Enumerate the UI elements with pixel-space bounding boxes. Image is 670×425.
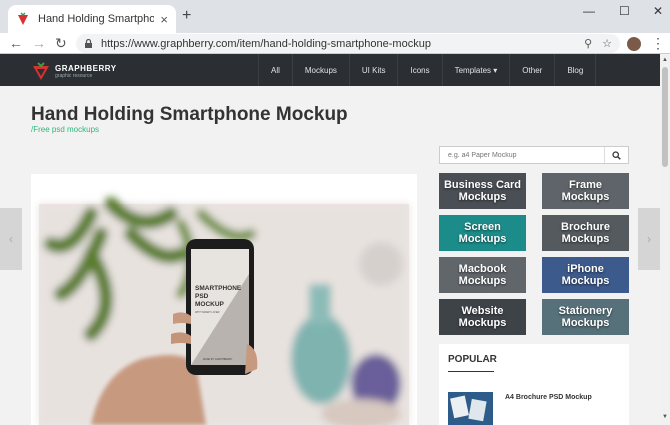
browser-tabstrip: Hand Holding Smartphone Mockup × + — ☐ ✕ (0, 0, 670, 33)
logo-tagline: graphic resource (55, 72, 93, 79)
phone-credit: MADE BY GRAPHBERRY (203, 358, 233, 361)
scroll-up-arrow[interactable]: ▲ (662, 57, 668, 63)
nav-blog[interactable]: Blog (554, 54, 597, 86)
nav-mockups[interactable]: Mockups (291, 54, 349, 86)
scroll-thumb[interactable] (662, 67, 668, 167)
lock-icon (85, 39, 92, 48)
scroll-down-arrow[interactable]: ▼ (662, 414, 668, 420)
popular-item-title[interactable]: A4 Brochure PSD Mockup (505, 394, 592, 401)
category-macbook[interactable]: Macbook Mockups (439, 257, 526, 293)
page-scrollbar[interactable]: ▲ ▼ (660, 54, 670, 425)
page-content: Hand Holding Smartphone Mockup /Free psd… (0, 86, 660, 425)
next-item-arrow[interactable]: › (638, 208, 660, 270)
category-stationery[interactable]: Stationery Mockups (542, 299, 629, 335)
minimize-button[interactable]: — (583, 4, 595, 18)
nav-other[interactable]: Other (509, 54, 554, 86)
logo-name: GRAPHBERRY (55, 63, 117, 73)
phone-line-1: SMARTPHONE (195, 285, 242, 292)
popular-underline (448, 371, 494, 372)
profile-avatar[interactable] (627, 37, 641, 51)
site-nav-links: All Mockups UI Kits Icons Templates ▾ Ot… (258, 54, 597, 86)
page-title: Hand Holding Smartphone Mockup (31, 104, 348, 125)
category-frame[interactable]: Frame Mockups (542, 173, 629, 209)
mockup-preview-image[interactable]: SMARTPHONE PSD MOCKUP WITH SMART LAYER M… (31, 174, 417, 425)
preview-illustration: SMARTPHONE PSD MOCKUP WITH SMART LAYER M… (31, 174, 417, 425)
forward-button[interactable]: → (32, 35, 46, 51)
url-text: https://www.graphberry.com/item/hand-hol… (101, 37, 431, 50)
phone-line-2: PSD (195, 293, 209, 300)
category-screen[interactable]: Screen Mockups (439, 215, 526, 251)
brochure-thumb-illustration (448, 392, 493, 425)
search-box (439, 146, 629, 164)
phone-line-3: MOCKUP (195, 301, 225, 308)
zoom-icon[interactable]: ⚲ (584, 37, 592, 50)
tab-title: Hand Holding Smartphone Mockup (38, 13, 155, 25)
nav-ui-kits[interactable]: UI Kits (348, 54, 398, 86)
graphberry-logo-icon (33, 62, 49, 80)
breadcrumb[interactable]: /Free psd mockups (31, 125, 99, 134)
bookmark-star-icon[interactable]: ☆ (602, 37, 612, 50)
nav-all[interactable]: All (258, 54, 292, 86)
address-bar[interactable]: https://www.graphberry.com/item/hand-hol… (76, 34, 620, 53)
back-button[interactable]: ← (9, 35, 23, 51)
new-tab-button[interactable]: + (182, 8, 191, 24)
browser-tab[interactable]: Hand Holding Smartphone Mockup × (8, 5, 176, 33)
tab-close-icon[interactable]: × (160, 13, 168, 26)
category-iphone[interactable]: iPhone Mockups (542, 257, 629, 293)
phone-subtitle: WITH SMART LAYER (195, 311, 220, 314)
search-icon (612, 150, 621, 160)
site-logo[interactable]: GRAPHBERRY graphic resource (31, 61, 117, 81)
search-input[interactable] (440, 151, 604, 159)
site-navbar: GRAPHBERRY graphic resource All Mockups … (0, 54, 660, 86)
search-button[interactable] (604, 147, 628, 163)
popular-item-thumbnail[interactable] (448, 392, 493, 425)
category-brochure[interactable]: Brochure Mockups (542, 215, 629, 251)
browser-toolbar: ← → ↻ https://www.graphberry.com/item/ha… (0, 33, 670, 54)
close-window-button[interactable]: ✕ (653, 4, 663, 18)
reload-button[interactable]: ↻ (55, 35, 67, 51)
maximize-button[interactable]: ☐ (619, 4, 630, 18)
browser-menu-icon[interactable]: ⋮ (651, 36, 665, 50)
nav-icons[interactable]: Icons (397, 54, 441, 86)
popular-section: POPULAR A4 Brochure PSD Mockup (439, 344, 629, 425)
category-business-card[interactable]: Business Card Mockups (439, 173, 526, 209)
prev-item-arrow[interactable]: ‹ (0, 208, 22, 270)
graphberry-favicon-icon (18, 12, 28, 25)
popular-heading: POPULAR (448, 354, 497, 365)
nav-templates[interactable]: Templates ▾ (441, 54, 510, 86)
category-website[interactable]: Website Mockups (439, 299, 526, 335)
